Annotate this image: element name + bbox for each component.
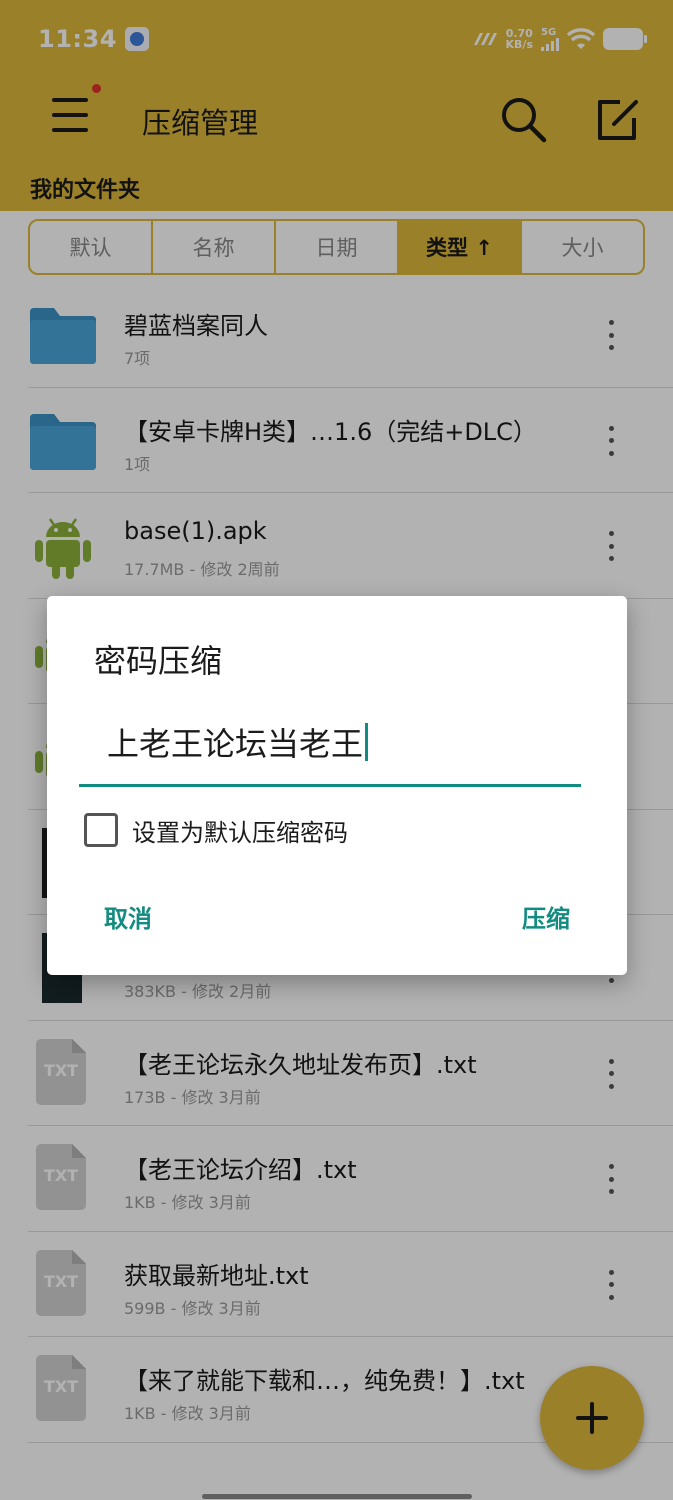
default-password-option[interactable]: 设置为默认压缩密码 <box>84 812 348 848</box>
default-password-checkbox[interactable] <box>84 813 118 847</box>
dialog-title: 密码压缩 <box>94 642 223 680</box>
compress-button[interactable]: 压缩 <box>522 899 570 934</box>
password-input[interactable]: 上老王论坛当老王 <box>107 719 567 765</box>
cancel-button[interactable]: 取消 <box>104 899 152 934</box>
text-cursor <box>365 723 369 761</box>
password-field[interactable]: 上老王论坛当老王 <box>79 711 581 787</box>
default-password-label: 设置为默认压缩密码 <box>132 818 348 847</box>
password-compress-dialog: 密码压缩 上老王论坛当老王 设置为默认压缩密码 取消 压缩 <box>47 596 627 975</box>
